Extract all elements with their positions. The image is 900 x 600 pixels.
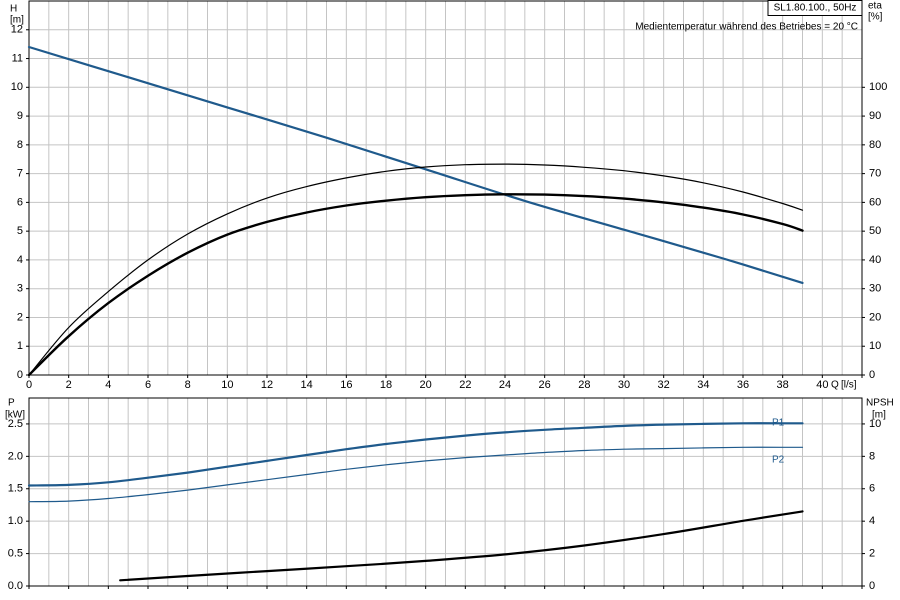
x-tick-label: 8	[185, 379, 191, 391]
x-tick-label: 38	[777, 379, 789, 391]
right-tick-label: 4	[869, 515, 875, 527]
series-line-0-1	[28, 163, 804, 376]
right-tick-label: 10	[869, 340, 881, 352]
right-tick-label: 70	[869, 168, 881, 180]
left-tick-label: 6	[17, 196, 23, 208]
top-left-axis-symbol: H	[10, 4, 17, 15]
right-tick-label: 20	[869, 311, 881, 323]
top-right-axis-symbol: eta	[868, 1, 882, 12]
x-tick-label: 30	[618, 379, 630, 391]
x-tick-label: 28	[578, 379, 590, 391]
right-tick-label: 8	[869, 450, 875, 462]
x-tick-label: 26	[539, 379, 551, 391]
left-tick-label: 11	[12, 52, 23, 64]
left-tick-label: 0	[17, 369, 23, 381]
series-line-1-1	[28, 446, 804, 503]
left-tick-label: 4	[17, 254, 23, 266]
right-tick-label: 0	[869, 369, 875, 381]
right-tick-label: 100	[869, 81, 887, 93]
series-line-0-0	[27, 45, 804, 284]
left-tick-label: 0.5	[8, 547, 23, 559]
right-tick-label: 90	[869, 110, 881, 122]
model-title: SL1.80.100., 50Hz	[774, 3, 857, 14]
right-tick-label: 2	[869, 547, 875, 559]
right-tick-label: 80	[869, 139, 881, 151]
left-tick-label: 5	[17, 225, 23, 237]
x-tick-label: 6	[145, 379, 151, 391]
x-tick-label: 12	[261, 379, 273, 391]
left-tick-label: 1	[17, 340, 23, 352]
x-tick-label: 20	[420, 379, 432, 391]
x-tick-label: 32	[658, 379, 670, 391]
series-line-0-2	[27, 193, 804, 377]
pump-curve-figure: 0 1 2 3 4 5 6 7 8 9 10 11 12 0 10 20 30 40 50 60 70 80 90 100 0 2…	[0, 0, 900, 600]
right-tick-label: 30	[869, 283, 881, 295]
temperature-note: Medientemperatur während des Betriebes =…	[635, 22, 858, 33]
x-tick-label: 18	[380, 379, 392, 391]
left-tick-label: 7	[17, 168, 23, 180]
right-tick-label: 60	[869, 196, 881, 208]
top-right-axis-unit: [%]	[868, 12, 883, 23]
x-tick-label: 36	[737, 379, 749, 391]
x-tick-label: 14	[301, 379, 313, 391]
bottom-left-axis-symbol: P	[8, 398, 15, 409]
bottom-right-axis-symbol: NPSH	[866, 398, 894, 409]
bottom-right-axis-unit: [m]	[872, 410, 886, 421]
left-tick-label: 0.0	[8, 580, 23, 592]
x-tick-label: 24	[499, 379, 511, 391]
right-tick-label: 40	[869, 254, 881, 266]
x-tick-label: 16	[340, 379, 352, 391]
x-tick-label: 4	[105, 379, 111, 391]
x-axis-unit: [l/s]	[841, 380, 857, 391]
top-left-axis-unit: [m]	[10, 15, 24, 26]
left-tick-label: 3	[17, 283, 23, 295]
right-tick-label: 6	[869, 483, 875, 495]
x-tick-label: 40	[816, 379, 828, 391]
left-tick-label: 2.0	[8, 450, 23, 462]
x-tick-label: 10	[221, 379, 233, 391]
series-line-1-2	[119, 510, 804, 582]
series-label-p1: P1	[772, 418, 785, 429]
left-tick-label: 8	[17, 139, 23, 151]
left-tick-label: 1.5	[8, 483, 23, 495]
x-tick-label: 22	[459, 379, 471, 391]
series-label-p2: P2	[772, 455, 785, 466]
left-tick-label: 10	[11, 81, 23, 93]
bottom-left-axis-unit: [kW]	[5, 410, 25, 421]
pump-curve-chart: 012345678910111201020304050607080901000 2…	[5, 0, 894, 592]
x-axis-symbol: Q	[831, 380, 839, 391]
x-tick-label: 2	[66, 379, 72, 391]
right-tick-label: 0	[869, 580, 875, 592]
x-tick-label: 0	[26, 379, 32, 391]
left-tick-label: 2	[17, 311, 23, 323]
right-tick-label: 50	[869, 225, 881, 237]
series-line-1-0	[27, 422, 804, 487]
left-tick-label: 9	[17, 110, 23, 122]
left-tick-label: 1.0	[8, 515, 23, 527]
x-tick-label: 34	[697, 379, 709, 391]
